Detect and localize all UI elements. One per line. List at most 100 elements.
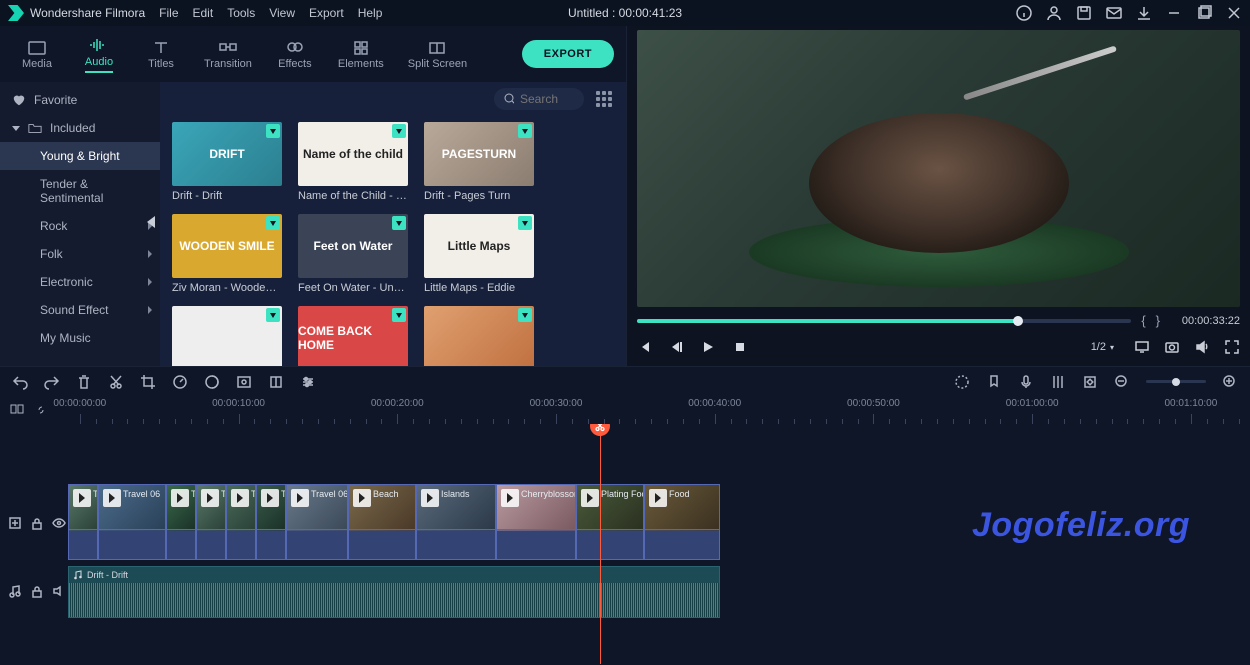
search-input[interactable] xyxy=(520,92,574,106)
sidebar-item-sound-effect[interactable]: Sound Effect xyxy=(0,296,160,324)
audio-thumb[interactable]: Little MapsLittle Maps - Eddie xyxy=(424,214,534,294)
minimize-icon[interactable] xyxy=(1166,5,1182,21)
maximize-icon[interactable] xyxy=(1196,5,1212,21)
close-icon[interactable] xyxy=(1226,5,1242,21)
zoom-out-icon[interactable] xyxy=(1114,374,1130,390)
video-clip[interactable]: Islands xyxy=(416,484,496,560)
search-box[interactable] xyxy=(494,88,584,110)
tab-media[interactable]: Media xyxy=(12,32,62,76)
page-indicator[interactable]: 1/2 ▾ xyxy=(1085,339,1120,355)
green-screen-icon[interactable] xyxy=(236,374,252,390)
playhead-cut-icon[interactable] xyxy=(590,424,610,436)
delete-icon[interactable] xyxy=(76,374,92,390)
export-button[interactable]: EXPORT xyxy=(522,40,614,68)
sidebar-item-my-music[interactable]: My Music xyxy=(0,324,160,352)
info-icon[interactable] xyxy=(1016,5,1032,21)
cut-icon[interactable] xyxy=(108,374,124,390)
sidebar-item-folk[interactable]: Folk xyxy=(0,240,160,268)
audio-clip[interactable]: Drift - Drift xyxy=(68,566,720,618)
adjust-icon[interactable] xyxy=(268,374,284,390)
crop-icon[interactable] xyxy=(140,374,156,390)
video-clip[interactable]: Tra xyxy=(226,484,256,560)
sidebar-item-tender[interactable]: Tender & Sentimental xyxy=(0,170,160,212)
video-clip[interactable]: Tra xyxy=(68,484,98,560)
tab-transition[interactable]: Transition xyxy=(198,32,258,76)
video-clip[interactable]: Travel 06 xyxy=(286,484,348,560)
audio-thumb[interactable]: COME BACK HOME xyxy=(298,306,408,366)
speed-icon[interactable] xyxy=(172,374,188,390)
menu-view[interactable]: View xyxy=(269,6,295,20)
step-back-icon[interactable] xyxy=(669,340,683,354)
menu-export[interactable]: Export xyxy=(309,6,344,20)
video-clip[interactable]: Food xyxy=(644,484,720,560)
zoom-slider[interactable] xyxy=(1146,380,1206,383)
menu-tools[interactable]: Tools xyxy=(227,6,255,20)
undo-icon[interactable] xyxy=(12,374,28,390)
track-add-icon[interactable] xyxy=(8,516,22,530)
audio-thumb[interactable] xyxy=(172,306,282,366)
keyframe-icon[interactable] xyxy=(1082,374,1098,390)
sidebar-item-rock[interactable]: Rock xyxy=(0,212,160,240)
snapshot-icon[interactable] xyxy=(1164,339,1180,355)
video-track[interactable]: TraTravel 06TraTraTraTraTravel 06BeachIs… xyxy=(68,484,720,560)
link-icon[interactable] xyxy=(34,402,48,416)
display-icon[interactable] xyxy=(1134,339,1150,355)
stop-icon[interactable] xyxy=(733,340,747,354)
tab-split-screen[interactable]: Split Screen xyxy=(402,32,473,76)
render-icon[interactable] xyxy=(954,374,970,390)
audio-thumb[interactable] xyxy=(424,306,534,366)
color-icon[interactable] xyxy=(204,374,220,390)
account-icon[interactable] xyxy=(1046,5,1062,21)
mail-icon[interactable] xyxy=(1106,5,1122,21)
track-lock-icon[interactable] xyxy=(30,516,44,530)
ripple-icon[interactable] xyxy=(10,402,24,416)
video-clip[interactable]: Cherryblossom xyxy=(496,484,576,560)
audio-thumb[interactable]: Feet on WaterFeet On Water - Unexpec... xyxy=(298,214,408,294)
audio-thumb[interactable]: PAGESTURNDrift - Pages Turn xyxy=(424,122,534,202)
prev-frame-icon[interactable] xyxy=(637,340,651,354)
play-icon[interactable] xyxy=(701,340,715,354)
sidebar-collapse-icon[interactable] xyxy=(147,216,155,228)
track-mute-icon[interactable] xyxy=(52,584,66,598)
mark-in-icon[interactable]: { xyxy=(1141,313,1145,328)
voiceover-icon[interactable] xyxy=(1018,374,1034,390)
menu-help[interactable]: Help xyxy=(358,6,383,20)
mark-out-icon[interactable]: } xyxy=(1156,313,1160,328)
audio-thumb[interactable]: DRIFTDrift - Drift xyxy=(172,122,282,202)
tab-effects[interactable]: Effects xyxy=(270,32,320,76)
download-icon[interactable] xyxy=(1136,5,1152,21)
redo-icon[interactable] xyxy=(44,374,60,390)
video-clip[interactable]: Plating Food xyxy=(576,484,644,560)
zoom-in-icon[interactable] xyxy=(1222,374,1238,390)
playhead[interactable] xyxy=(600,424,601,664)
marker-icon[interactable] xyxy=(986,374,1002,390)
progress-bar[interactable] xyxy=(637,319,1131,323)
menu-file[interactable]: File xyxy=(159,6,178,20)
sidebar-included[interactable]: Included xyxy=(0,114,160,142)
video-clip[interactable]: Beach xyxy=(348,484,416,560)
sidebar-item-electronic[interactable]: Electronic xyxy=(0,268,160,296)
menu-edit[interactable]: Edit xyxy=(193,6,214,20)
sidebar-favorite[interactable]: Favorite xyxy=(0,86,160,114)
tab-titles[interactable]: Titles xyxy=(136,32,186,76)
sidebar-item-young-bright[interactable]: Young & Bright xyxy=(0,142,160,170)
settings-icon[interactable] xyxy=(300,374,316,390)
video-preview[interactable] xyxy=(637,30,1240,307)
video-clip[interactable]: Tra xyxy=(256,484,286,560)
audio-note-icon[interactable] xyxy=(8,584,22,598)
sidebar-filmstock[interactable]: Filmstock xyxy=(0,362,160,366)
fullscreen-icon[interactable] xyxy=(1224,339,1240,355)
mixer-icon[interactable] xyxy=(1050,374,1066,390)
volume-icon[interactable] xyxy=(1194,339,1210,355)
view-grid-icon[interactable] xyxy=(596,91,612,107)
tab-elements[interactable]: Elements xyxy=(332,32,390,76)
video-clip[interactable]: Tra xyxy=(196,484,226,560)
video-clip[interactable]: Travel 06 xyxy=(98,484,166,560)
video-clip[interactable]: Tra xyxy=(166,484,196,560)
timeline-ruler[interactable]: 00:00:00:0000:00:10:0000:00:20:0000:00:3… xyxy=(0,396,1250,424)
save-icon[interactable] xyxy=(1076,5,1092,21)
track-eye-icon[interactable] xyxy=(52,516,66,530)
audio-thumb[interactable]: WOODEN SMILEZiv Moran - Wooden Smi... xyxy=(172,214,282,294)
track-lock-icon[interactable] xyxy=(30,584,44,598)
tab-audio[interactable]: Audio xyxy=(74,30,124,79)
